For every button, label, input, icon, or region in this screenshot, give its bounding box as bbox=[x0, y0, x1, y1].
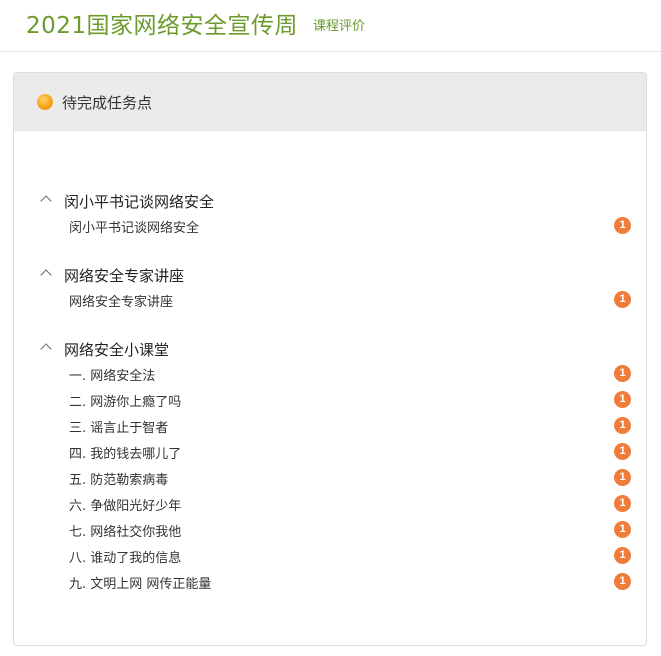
task-count-badge: 1 bbox=[614, 217, 631, 234]
task-item[interactable]: 五. 防范勒索病毒 1 bbox=[14, 465, 646, 491]
task-item[interactable]: 二. 网游你上瘾了吗 1 bbox=[14, 387, 646, 413]
task-count-badge: 1 bbox=[614, 443, 631, 460]
task-count-badge: 1 bbox=[614, 547, 631, 564]
task-item[interactable]: 九. 文明上网 网传正能量 1 bbox=[14, 569, 646, 595]
task-item-label[interactable]: 八. 谁动了我的信息 bbox=[69, 547, 181, 566]
pending-tasks-panel: 待完成任务点 闵小平书记谈网络安全 闵小平书记谈网络安全 1 网络安全专家讲座 … bbox=[13, 72, 647, 646]
task-item[interactable]: 网络安全专家讲座 1 bbox=[14, 287, 646, 313]
task-item-label[interactable]: 四. 我的钱去哪儿了 bbox=[69, 443, 181, 462]
task-item[interactable]: 闵小平书记谈网络安全 1 bbox=[14, 213, 646, 239]
task-item-label[interactable]: 闵小平书记谈网络安全 bbox=[69, 217, 199, 236]
task-item-label[interactable]: 六. 争做阳光好少年 bbox=[69, 495, 181, 514]
task-item[interactable]: 七. 网络社交你我他 1 bbox=[14, 517, 646, 543]
task-count-badge: 1 bbox=[614, 417, 631, 434]
task-item-label[interactable]: 三. 谣言止于智者 bbox=[69, 417, 168, 436]
task-count-badge: 1 bbox=[614, 521, 631, 538]
chapter-title: 网络安全小课堂 bbox=[64, 341, 170, 359]
panel-header: 待完成任务点 bbox=[14, 73, 646, 131]
chapter-header[interactable]: 网络安全专家讲座 bbox=[14, 265, 646, 287]
task-count-badge: 1 bbox=[614, 391, 631, 408]
chevron-up-icon[interactable] bbox=[40, 269, 52, 281]
chevron-up-icon[interactable] bbox=[40, 343, 52, 355]
task-count-badge: 1 bbox=[614, 469, 631, 486]
chapter-header[interactable]: 网络安全小课堂 bbox=[14, 339, 646, 361]
course-title: 2021国家网络安全宣传周 bbox=[26, 13, 299, 39]
task-count-badge: 1 bbox=[614, 495, 631, 512]
chapter-1: 闵小平书记谈网络安全 闵小平书记谈网络安全 1 bbox=[14, 191, 646, 239]
task-item-label[interactable]: 五. 防范勒索病毒 bbox=[69, 469, 168, 488]
task-item[interactable]: 四. 我的钱去哪儿了 1 bbox=[14, 439, 646, 465]
task-count-badge: 1 bbox=[614, 291, 631, 308]
task-item[interactable]: 八. 谁动了我的信息 1 bbox=[14, 543, 646, 569]
course-evaluation-link[interactable]: 课程评价 bbox=[313, 15, 365, 34]
chapter-3: 网络安全小课堂 一. 网络安全法 1 二. 网游你上瘾了吗 1 三. 谣言止于智… bbox=[14, 339, 646, 595]
chevron-up-icon[interactable] bbox=[40, 195, 52, 207]
task-item-label[interactable]: 九. 文明上网 网传正能量 bbox=[69, 573, 211, 592]
chapter-header[interactable]: 闵小平书记谈网络安全 bbox=[14, 191, 646, 213]
task-item[interactable]: 一. 网络安全法 1 bbox=[14, 361, 646, 387]
task-item-label[interactable]: 一. 网络安全法 bbox=[69, 365, 155, 384]
chapter-title: 网络安全专家讲座 bbox=[64, 267, 185, 285]
page-header: 2021国家网络安全宣传周 课程评价 bbox=[0, 0, 661, 52]
panel-title: 待完成任务点 bbox=[62, 94, 153, 112]
task-item-label[interactable]: 二. 网游你上瘾了吗 bbox=[69, 391, 181, 410]
task-item-label[interactable]: 网络安全专家讲座 bbox=[69, 291, 173, 310]
chapter-2: 网络安全专家讲座 网络安全专家讲座 1 bbox=[14, 265, 646, 313]
task-item-label[interactable]: 七. 网络社交你我他 bbox=[69, 521, 181, 540]
orange-dot-icon bbox=[37, 94, 53, 110]
task-count-badge: 1 bbox=[614, 365, 631, 382]
task-item[interactable]: 六. 争做阳光好少年 1 bbox=[14, 491, 646, 517]
task-count-badge: 1 bbox=[614, 573, 631, 590]
chapter-title: 闵小平书记谈网络安全 bbox=[64, 193, 215, 211]
task-item[interactable]: 三. 谣言止于智者 1 bbox=[14, 413, 646, 439]
